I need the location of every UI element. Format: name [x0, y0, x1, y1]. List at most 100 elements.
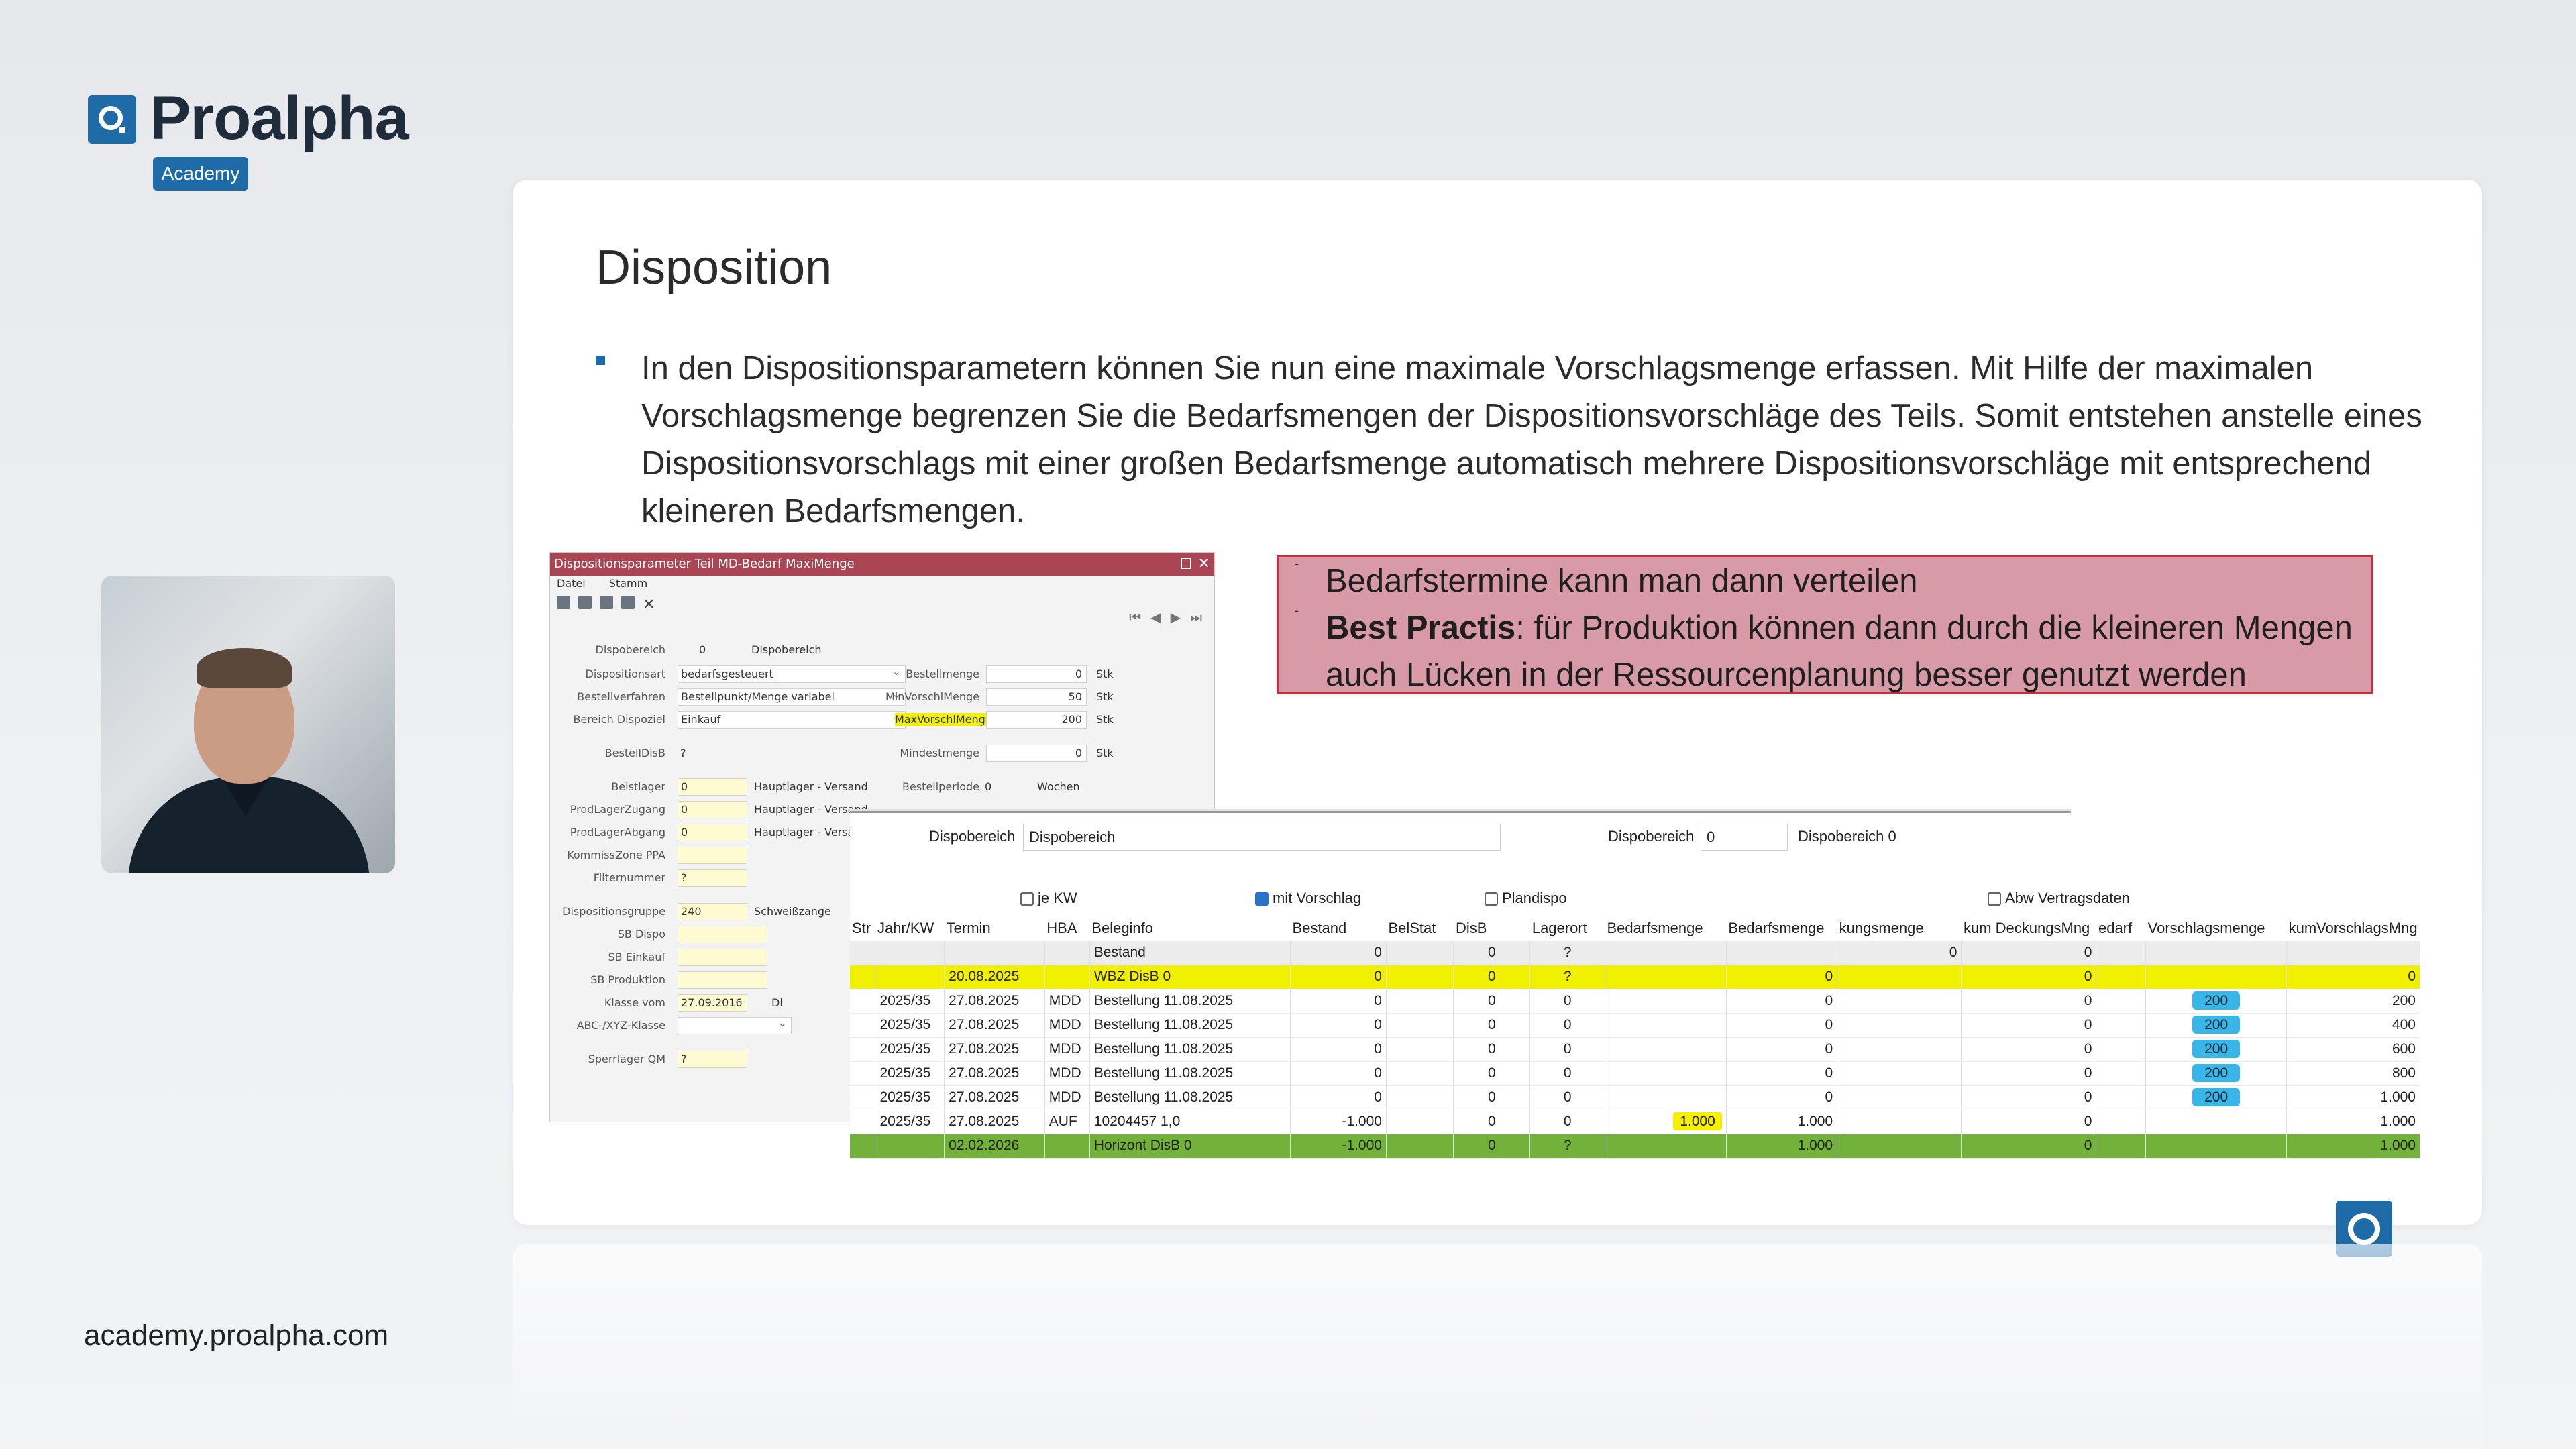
table-cell: 1.000	[2286, 1110, 2420, 1134]
table-row[interactable]: 20.08.2025 WBZ DisB 0 0 0? 0 0 0	[850, 965, 2420, 989]
column-header[interactable]: kungsmenge	[1837, 916, 1962, 941]
table-cell: Horizont DisB 0	[1089, 1134, 1291, 1159]
maxvorschl-input[interactable]: 200	[986, 711, 1087, 729]
save-icon[interactable]	[600, 596, 613, 609]
column-header[interactable]: Bedarfsmenge	[1726, 916, 1837, 941]
table-cell: 200	[2145, 1013, 2288, 1038]
table-cell: 0	[1453, 1037, 1531, 1062]
column-header[interactable]: BelStat	[1386, 916, 1454, 941]
grid-dispobereich-right-input[interactable]: 0	[1701, 824, 1788, 851]
column-header[interactable]: Termin	[944, 916, 1045, 941]
column-header[interactable]: kumVorschlagsMng	[2286, 916, 2420, 941]
delete-icon[interactable]	[621, 596, 635, 609]
filter-input[interactable]: ?	[678, 869, 747, 887]
klasse-input[interactable]: 27.09.2016	[678, 994, 747, 1012]
mit-vorschlag-checkbox[interactable]: mit Vorschlag	[1255, 890, 1361, 907]
table-cell	[1837, 1013, 1962, 1038]
table-row[interactable]: 2025/35 27.08.2025 MDD Bestellung 11.08.202…	[850, 1013, 2420, 1038]
prodabgang-input[interactable]: 0	[678, 824, 747, 841]
dispogruppe-name: Schweißzange	[754, 905, 831, 918]
bereich-select[interactable]: Einkauf	[678, 709, 906, 729]
sbdispo-input[interactable]	[678, 926, 767, 943]
table-cell	[850, 1013, 876, 1038]
table-cell: 0	[1453, 1085, 1531, 1110]
sbeinkauf-input[interactable]	[678, 949, 767, 966]
table-row[interactable]: 2025/35 27.08.2025 AUF 10204457 1,0 -1.000 0 0…	[850, 1110, 2420, 1134]
table-cell: 0	[1453, 1061, 1531, 1086]
table-cell	[1044, 1134, 1090, 1159]
column-header[interactable]: Beleginfo	[1089, 916, 1291, 941]
slide-title: Disposition	[596, 241, 833, 294]
table-cell: 0	[1961, 989, 2097, 1014]
sbprod-input[interactable]	[678, 971, 767, 989]
mindestmenge-input[interactable]: 0	[986, 745, 1087, 762]
table-cell: WBZ DisB 0	[1089, 965, 1291, 989]
table-cell	[1605, 1061, 1727, 1086]
dialog-title: Dispositionsparameter Teil MD-Bedarf Max…	[554, 557, 855, 571]
open-icon[interactable]	[578, 596, 592, 609]
maxvorschl-label: MaxVorschlMenge	[895, 713, 992, 726]
slide-paragraph: In den Dispositionsparametern können Sie…	[641, 350, 2422, 529]
table-cell: 2025/35	[875, 1110, 945, 1134]
beistlager-input[interactable]: 0	[678, 778, 747, 796]
bestellmenge-input[interactable]: 0	[986, 665, 1087, 683]
column-header[interactable]: Str	[850, 916, 875, 941]
table-cell: 0	[1961, 1013, 2097, 1038]
website-url: academy.proalpha.com	[84, 1319, 389, 1352]
table-cell: 0	[1453, 941, 1531, 965]
menu-stamm[interactable]: Stamm	[609, 577, 647, 590]
table-cell: ?	[1529, 1134, 1605, 1159]
sbprod-label: SB Produktion	[590, 973, 665, 986]
dispogruppe-input[interactable]: 240	[678, 903, 747, 920]
table-cell: 0	[1961, 965, 2097, 989]
column-header[interactable]: Bestand	[1290, 916, 1387, 941]
table-row[interactable]: 2025/35 27.08.2025 MDD Bestellung 11.08.202…	[850, 1037, 2420, 1062]
cancel-icon[interactable]: ✕	[643, 598, 656, 612]
column-header[interactable]: Bedarfsmenge	[1605, 916, 1727, 941]
prodzugang-input[interactable]: 0	[678, 801, 747, 818]
table-cell: 1.000	[1726, 1134, 1838, 1159]
table-cell	[1605, 1085, 1727, 1110]
table-cell: 2025/35	[875, 1037, 945, 1062]
table-cell	[1605, 1134, 1727, 1159]
menu-datei[interactable]: Datei	[557, 577, 586, 590]
table-row[interactable]: 02.02.2026 Horizont DisB 0 -1.000 0? 1.000 0 1…	[850, 1134, 2420, 1159]
table-cell	[2096, 965, 2147, 989]
column-header[interactable]: Lagerort	[1529, 916, 1605, 941]
grid-dispobereich-select[interactable]: Dispobereich	[1023, 824, 1501, 851]
table-cell	[1605, 989, 1727, 1014]
close-icon[interactable]: ✕	[1198, 553, 1210, 576]
maximize-icon[interactable]	[1181, 558, 1191, 569]
plandispo-checkbox[interactable]: Plandispo	[1485, 890, 1567, 907]
abw-vertragsdaten-checkbox[interactable]: Abw Vertragsdaten	[1988, 890, 2130, 907]
table-cell	[850, 965, 876, 989]
table-cell	[1605, 1013, 1727, 1038]
table-cell: 0	[1726, 1013, 1838, 1038]
table-row[interactable]: Bestand 0 0? 0 0	[850, 941, 2420, 965]
table-cell: -1.000	[1290, 1134, 1387, 1159]
kommiss-input[interactable]	[678, 847, 747, 864]
record-nav-icons[interactable]: ⏮◀▶⏭	[1129, 609, 1212, 625]
table-row[interactable]: 2025/35 27.08.2025 MDD Bestellung 11.08.202…	[850, 989, 2420, 1014]
table-cell	[850, 1110, 876, 1134]
column-header[interactable]: kum DeckungsMng	[1961, 916, 2096, 941]
minvorschl-input[interactable]: 50	[986, 688, 1087, 706]
presenter-video	[101, 576, 395, 873]
table-cell: 0	[1961, 1110, 2097, 1134]
column-header[interactable]: DisB	[1453, 916, 1530, 941]
abc-select[interactable]	[678, 1015, 792, 1034]
slide-reflection	[513, 1244, 2482, 1449]
new-icon[interactable]	[557, 596, 570, 609]
column-header[interactable]: edarf	[2096, 916, 2146, 941]
column-header[interactable]: HBA	[1044, 916, 1090, 941]
table-cell: 1.000	[1726, 1110, 1838, 1134]
column-header[interactable]: Jahr/KW	[875, 916, 945, 941]
table-row[interactable]: 2025/35 27.08.2025 MDD Bestellung 11.08.202…	[850, 1061, 2420, 1086]
table-cell	[1837, 1134, 1962, 1159]
column-header[interactable]: Vorschlagsmenge	[2145, 916, 2287, 941]
je-kw-checkbox[interactable]: je KW	[1020, 890, 1077, 907]
sperrlager-input[interactable]: ?	[678, 1051, 747, 1068]
table-cell: ?	[1529, 941, 1605, 965]
bestelldisb-value: ?	[680, 747, 686, 759]
table-row[interactable]: 2025/35 27.08.2025 MDD Bestellung 11.08.202…	[850, 1085, 2420, 1110]
